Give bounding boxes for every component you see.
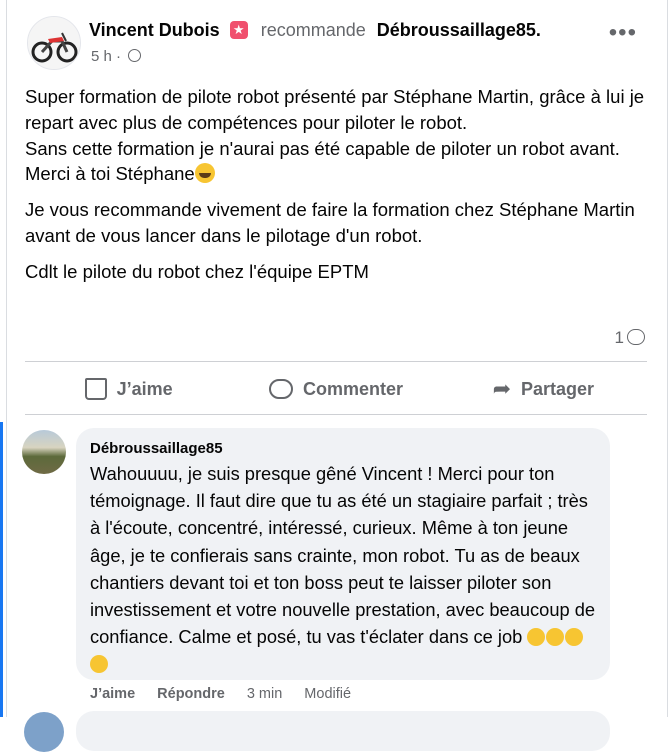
author-avatar[interactable] [27, 16, 81, 70]
comment-like-link[interactable]: J’aime [90, 686, 135, 702]
comment-time[interactable]: 3 min [247, 686, 282, 702]
thread-highlight-bar [0, 422, 3, 717]
recommends-label: recommande [260, 20, 366, 40]
post-time[interactable]: 5 h [91, 48, 112, 65]
post-header: Vincent Dubois ★ recommande Débroussaill… [89, 20, 541, 41]
post-meta: 5 h · [91, 48, 142, 65]
comment-reply-link[interactable]: Répondre [157, 686, 225, 702]
divider [25, 361, 647, 362]
divider [25, 414, 647, 415]
post-paragraph: Je vous recommande vivement de faire la … [25, 199, 635, 246]
thumbs-up-icon [84, 378, 107, 400]
commenter-avatar[interactable] [22, 430, 66, 474]
comment-bubble-icon [627, 329, 645, 345]
page-name-link[interactable]: Débroussaillage85. [377, 20, 541, 40]
comment-edited-label[interactable]: Modifié [304, 686, 351, 702]
like-button[interactable]: J’aime [25, 370, 232, 408]
next-comment-bubble [76, 711, 610, 751]
grinning-emoji-icon [194, 163, 215, 184]
clapping-hands-icon [565, 628, 584, 647]
post-body: Super formation de pilote robot présenté… [25, 84, 655, 295]
share-button[interactable]: ➦ Partager [440, 370, 647, 408]
meta-separator: · [116, 48, 122, 65]
author-name[interactable]: Vincent Dubois [89, 20, 220, 40]
comment-text: Wahouuuu, je suis presque gêné Vincent !… [90, 460, 602, 678]
comment-actions: J’aime Répondre 3 min Modifié [90, 686, 351, 702]
comment-count[interactable]: 1 [615, 328, 645, 348]
post-paragraph: Super formation de pilote robot présenté… [25, 86, 645, 185]
post-paragraph: Cdlt le pilote du robot chez l'équipe EP… [25, 260, 369, 282]
post-actions: J’aime Commenter ➦ Partager [25, 370, 647, 408]
comment-bubble: Débroussaillage85 Wahouuuu, je suis pres… [76, 428, 610, 680]
comment-author[interactable]: Débroussaillage85 [90, 440, 223, 457]
share-arrow-icon: ➦ [492, 376, 512, 401]
clapping-hands-icon [546, 628, 565, 647]
globe-icon [128, 49, 142, 62]
wink-emoji-icon [527, 628, 546, 647]
more-icon[interactable]: ••• [609, 21, 637, 45]
comment-bubble-icon [268, 379, 293, 399]
star-badge-icon: ★ [229, 21, 248, 39]
comment-button[interactable]: Commenter [232, 370, 439, 408]
ok-hand-icon [90, 655, 108, 674]
next-commenter-avatar[interactable] [24, 712, 64, 752]
